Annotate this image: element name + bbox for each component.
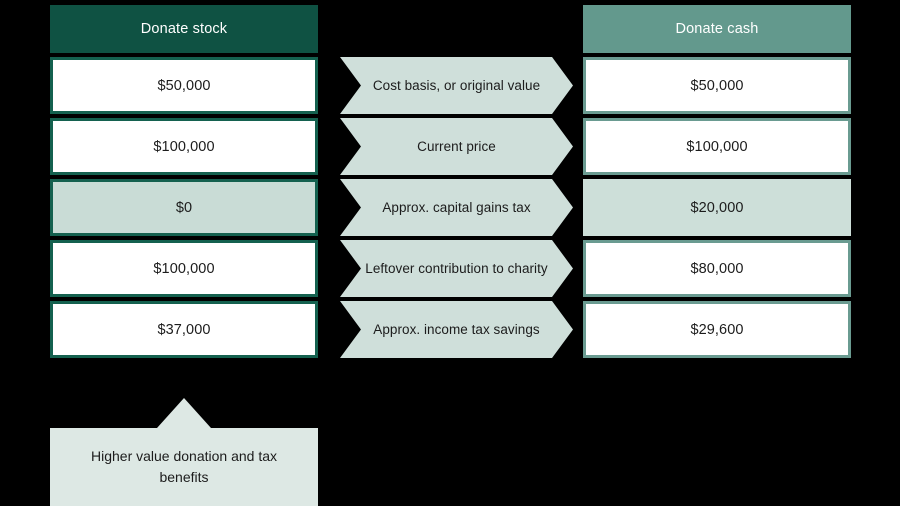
middle-label-column: Cost basis, or original value Current pr… — [340, 57, 573, 362]
cash-cell-capital-gains-tax: $20,000 — [583, 179, 851, 236]
cash-cell-income-tax-savings: $29,600 — [583, 301, 851, 358]
banner-current-price: Current price — [340, 118, 573, 175]
banner-label-cost-basis: Cost basis, or original value — [372, 78, 541, 93]
callout-box: Higher value donation and tax benefits — [50, 428, 318, 506]
banner-label-leftover-contribution: Leftover contribution to charity — [365, 261, 548, 276]
banner-cost-basis: Cost basis, or original value — [340, 57, 573, 114]
cash-cell-leftover-contribution: $80,000 — [583, 240, 851, 297]
banner-income-tax-savings: Approx. income tax savings — [340, 301, 573, 358]
column-donate-cash: Donate cash $50,000 $100,000 $20,000 $80… — [583, 5, 851, 358]
banner-label-capital-gains-tax: Approx. capital gains tax — [382, 200, 531, 215]
column-header-donate-cash: Donate cash — [583, 5, 851, 53]
triangle-up-icon — [157, 398, 211, 428]
callout-text: Higher value donation and tax benefits — [90, 448, 278, 485]
stock-cell-cost-basis: $50,000 — [50, 57, 318, 114]
banner-leftover-contribution: Leftover contribution to charity — [340, 240, 573, 297]
banner-capital-gains-tax: Approx. capital gains tax — [340, 179, 573, 236]
comparison-diagram: Donate stock $50,000 $100,000 $0 $100,00… — [0, 0, 900, 506]
column-donate-stock: Donate stock $50,000 $100,000 $0 $100,00… — [50, 5, 318, 358]
stock-cell-leftover-contribution: $100,000 — [50, 240, 318, 297]
stock-cell-income-tax-savings: $37,000 — [50, 301, 318, 358]
banner-label-income-tax-savings: Approx. income tax savings — [373, 322, 540, 337]
stock-cell-current-price: $100,000 — [50, 118, 318, 175]
cash-cell-cost-basis: $50,000 — [583, 57, 851, 114]
stock-cell-capital-gains-tax: $0 — [50, 179, 318, 236]
cash-cell-current-price: $100,000 — [583, 118, 851, 175]
column-header-donate-stock: Donate stock — [50, 5, 318, 53]
banner-label-current-price: Current price — [417, 139, 496, 154]
